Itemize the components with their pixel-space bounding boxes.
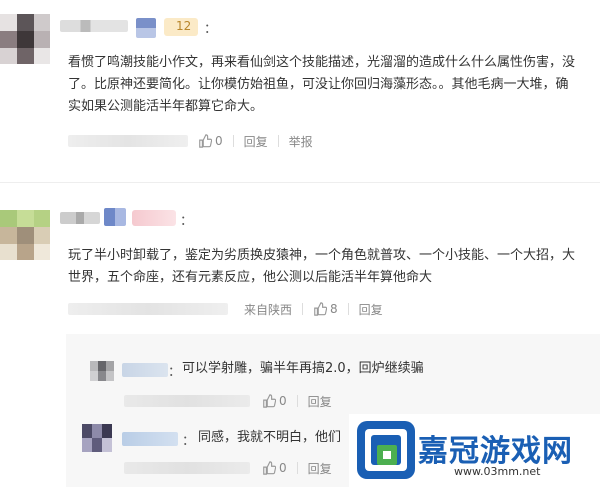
watermark-logo-icon — [355, 419, 417, 481]
comment-1-avatar[interactable] — [0, 14, 50, 64]
reply-2-colon: ： — [182, 434, 196, 449]
comment-1-username[interactable] — [60, 20, 128, 32]
comment-1-reply-link[interactable]: 回复 — [244, 133, 268, 150]
comment-1-level-badge: 12 — [164, 18, 198, 36]
comment-1-like-count: 0 — [215, 134, 223, 148]
reply-2-avatar[interactable] — [82, 424, 112, 452]
watermark-title: 嘉冠游戏网 — [418, 434, 573, 469]
reply-2-like-button[interactable]: 0 — [262, 461, 287, 475]
reply-1-like-button[interactable]: 0 — [262, 394, 287, 408]
reply-1-text: 可以学射雕，骗半年再搞2.0，回炉继续骗 — [182, 361, 424, 376]
comment-1-text: 看惯了鸣潮技能小作文，再来看仙剑这个技能描述，光溜溜的造成什么什么属性伤害，没 … — [68, 52, 575, 118]
comment-2-level-badge — [132, 210, 176, 226]
comment-2-colon: ： — [180, 214, 194, 229]
reply-1-colon: ： — [168, 365, 182, 380]
reply-2-meta-blurred — [124, 462, 250, 474]
comment-2-meta-blurred — [68, 303, 228, 315]
comment-1-line-1: 看惯了鸣潮技能小作文，再来看仙剑这个技能描述，光溜溜的造成什么什么属性伤害，没 — [68, 55, 576, 70]
reply-2-text: 同感，我就不明白，他们 — [198, 430, 342, 445]
comment-2-line-2: 世界，五个命座，还有元素反应，他公测以后能活半年算他命大 — [68, 270, 433, 285]
comment-1-colon: ： — [204, 22, 218, 37]
comment-2-line-1: 玩了半小时卸载了，鉴定为劣质换皮猿神，一个角色就普攻、一个小技能、一个大招，大 — [68, 248, 576, 263]
comment-2-avatar[interactable] — [0, 210, 50, 260]
comment-1-report-link[interactable]: 举报 — [289, 133, 313, 150]
reply-1-username[interactable] — [122, 363, 168, 377]
reply-2-reply-link[interactable]: 回复 — [308, 460, 332, 477]
comment-2-like-button[interactable]: 8 — [313, 302, 338, 316]
comment-2-user-badge — [104, 208, 126, 226]
comment-1-line-2: 了。比原神还要简化。让你模仿始祖鱼，可没让你回归海藻形态。。其他毛病一大堆，确 — [68, 77, 569, 92]
reply-2-username[interactable] — [122, 432, 178, 446]
comment-1-like-button[interactable]: 0 — [198, 134, 223, 148]
reply-1-actions: 0 回复 — [262, 393, 332, 409]
comment-1-actions: 0 回复 举报 — [198, 133, 313, 149]
reply-2-like-count: 0 — [279, 461, 287, 475]
comment-2-actions: 来自陕西 8 回复 — [244, 301, 383, 317]
comment-divider — [0, 182, 600, 183]
comment-1-line-3: 实如果公测能活半年都算它命大。 — [68, 99, 264, 114]
watermark-url: www.03mm.net — [454, 465, 541, 478]
comment-2-username[interactable] — [60, 212, 100, 224]
comment-2-text: 玩了半小时卸载了，鉴定为劣质换皮猿神，一个角色就普攻、一个小技能、一个大招，大 … — [68, 245, 575, 289]
thumbs-up-icon — [263, 461, 276, 475]
thumbs-up-icon — [314, 302, 328, 316]
reply-1-like-count: 0 — [279, 394, 287, 408]
reply-2-actions: 0 回复 — [262, 460, 332, 476]
reply-1-reply-link[interactable]: 回复 — [308, 393, 332, 410]
comment-2-like-count: 8 — [330, 302, 338, 316]
level-number: 12 — [176, 19, 192, 33]
comment-1-user-badge — [136, 18, 156, 38]
thumbs-up-icon — [199, 134, 212, 148]
thumbs-up-icon — [263, 394, 276, 408]
comment-2-location: 来自陕西 — [244, 302, 293, 317]
reply-1-avatar[interactable] — [90, 361, 114, 381]
comment-1-meta-blurred — [68, 135, 188, 147]
comment-2-reply-link[interactable]: 回复 — [359, 301, 383, 318]
reply-1-meta-blurred — [124, 395, 250, 407]
